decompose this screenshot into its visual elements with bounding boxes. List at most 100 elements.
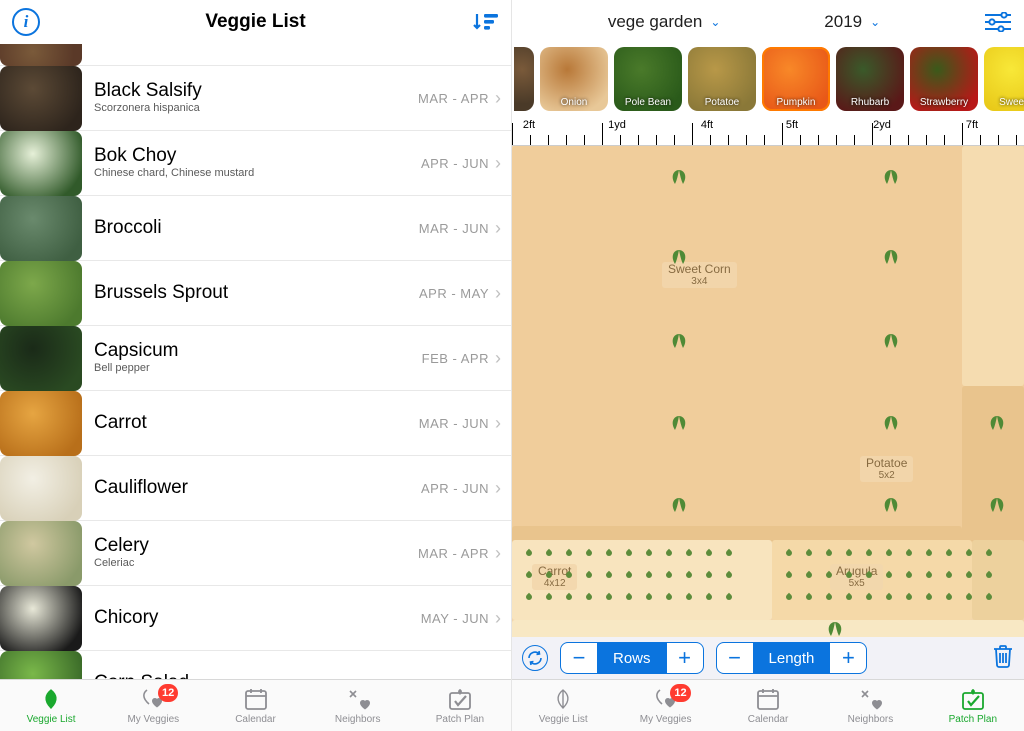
palette-chip[interactable]: Onion xyxy=(540,47,608,111)
year-dropdown[interactable]: 2019 ⌄ xyxy=(824,12,880,32)
date-range: APR - JUN xyxy=(421,156,489,171)
veggie-thumbnail xyxy=(0,261,82,326)
veggie-name: Bok Choy xyxy=(94,145,421,167)
patch-icon xyxy=(960,686,986,712)
plant-icon[interactable] xyxy=(668,414,690,434)
plant-icon[interactable] xyxy=(668,168,690,188)
tab-veggie-list[interactable]: Veggie List xyxy=(0,680,102,731)
neighbors-icon xyxy=(857,686,883,712)
date-range: MAY - JUN xyxy=(421,611,489,626)
tab-label: Veggie List xyxy=(27,714,76,725)
veggie-thumbnail xyxy=(0,651,82,680)
canvas-toolbar: − Rows + − Length + xyxy=(512,637,1024,679)
chevron-down-icon: ⌄ xyxy=(710,15,720,29)
info-button[interactable]: i xyxy=(12,8,40,36)
tab-patch-plan[interactable]: Patch Plan xyxy=(409,680,511,731)
chip-label: Onion xyxy=(540,97,608,108)
tab-neighbors[interactable]: Neighbors xyxy=(307,680,409,731)
plant-label[interactable]: Arugula5x5 xyxy=(830,564,883,590)
list-item[interactable]: Black SalsifyScorzonera hispanicaMAR - A… xyxy=(0,66,511,131)
tab-veggie-list[interactable]: Veggie List xyxy=(512,680,614,731)
garden-dropdown[interactable]: vege garden ⌄ xyxy=(608,12,721,32)
sort-button[interactable] xyxy=(473,11,499,33)
length-plus[interactable]: + xyxy=(830,643,866,673)
date-range: MAR - JUN xyxy=(419,416,489,431)
tab-calendar[interactable]: Calendar xyxy=(204,680,306,731)
list-item[interactable]: CauliflowerAPR - JUN› xyxy=(0,456,511,521)
garden-canvas[interactable]: Sweet Corn3x4Potatoe5x2Carrot4x12Arugula… xyxy=(512,146,1024,637)
length-minus[interactable]: − xyxy=(717,643,753,673)
tab-label: Patch Plan xyxy=(949,714,997,725)
tab-my-veggies[interactable]: 12My Veggies xyxy=(102,680,204,731)
date-range: MAR - APR xyxy=(418,91,489,106)
plant-icon[interactable] xyxy=(880,248,902,268)
plant-icon[interactable] xyxy=(668,248,690,268)
palette-chip[interactable]: Strawberry xyxy=(910,47,978,111)
plant-icon[interactable] xyxy=(824,620,846,637)
palette-chip[interactable]: Sweet C xyxy=(984,47,1024,111)
chip-label: Rhubarb xyxy=(836,97,904,108)
tab-neighbors[interactable]: Neighbors xyxy=(819,680,921,731)
plant-icon[interactable] xyxy=(880,168,902,188)
chevron-right-icon: › xyxy=(495,543,501,564)
patch-plan-pane: vege garden ⌄ 2019 ⌄ Onion Pole Bean Potat… xyxy=(512,0,1024,731)
list-item[interactable]: CeleryCeleriacMAR - APR› xyxy=(0,521,511,586)
palette-chip[interactable]: Pumpkin xyxy=(762,47,830,111)
rows-minus[interactable]: − xyxy=(561,643,597,673)
settings-button[interactable] xyxy=(984,12,1012,32)
veggie-subtitle: Scorzonera hispanica xyxy=(94,102,418,115)
plant-icon[interactable] xyxy=(986,496,1008,516)
date-range: FEB - APR xyxy=(422,351,489,366)
list-item[interactable]: CapsicumBell pepperFEB - APR› xyxy=(0,326,511,391)
chevron-right-icon: › xyxy=(495,283,501,304)
right-header: vege garden ⌄ 2019 ⌄ xyxy=(512,0,1024,44)
plant-palette[interactable]: Onion Pole Bean Potatoe Pumpkin Rhubarb Straw… xyxy=(512,44,1024,114)
palette-chip[interactable]: Pole Bean xyxy=(614,47,682,111)
veggie-list[interactable]: Black SalsifyScorzonera hispanicaMAR - A… xyxy=(0,44,511,679)
chevron-right-icon: › xyxy=(495,413,501,434)
list-item[interactable]: Bok ChoyChinese chard, Chinese mustardAP… xyxy=(0,131,511,196)
chip-label: Pole Bean xyxy=(614,97,682,108)
list-item[interactable]: CarrotMAR - JUN › xyxy=(0,391,511,456)
veggie-name: Capsicum xyxy=(94,340,422,362)
veggie-name: Corn Salad xyxy=(94,672,423,679)
list-item[interactable] xyxy=(0,44,511,66)
tab-calendar[interactable]: Calendar xyxy=(717,680,819,731)
veggie-name: Black Salsify xyxy=(94,80,418,102)
length-label: Length xyxy=(753,643,831,673)
veggie-thumbnail xyxy=(0,521,82,586)
veggie-name: Broccoli xyxy=(94,217,419,239)
plant-icon[interactable] xyxy=(880,332,902,352)
palette-chip[interactable]: Potatoe xyxy=(688,47,756,111)
plant-icon[interactable] xyxy=(880,414,902,434)
badge: 12 xyxy=(158,684,178,702)
tab-my-veggies[interactable]: 12My Veggies xyxy=(614,680,716,731)
trash-button[interactable] xyxy=(992,644,1014,673)
calendar-icon xyxy=(755,686,781,712)
date-range: MAR - APR xyxy=(418,546,489,561)
plant-icon[interactable] xyxy=(880,496,902,516)
veggie-subtitle: Celeriac xyxy=(94,557,418,570)
veggie-thumbnail xyxy=(0,196,82,261)
plant-icon[interactable] xyxy=(668,496,690,516)
refresh-button[interactable] xyxy=(522,645,548,671)
plant-icon[interactable] xyxy=(986,414,1008,434)
list-item[interactable]: Corn SaladJUL - OCT› xyxy=(0,651,511,679)
veggie-subtitle: Chinese chard, Chinese mustard xyxy=(94,167,421,180)
leaf-icon xyxy=(38,686,64,712)
leaf-icon xyxy=(550,686,576,712)
list-item[interactable]: Brussels SproutAPR - MAY› xyxy=(0,261,511,326)
rows-plus[interactable]: + xyxy=(667,643,703,673)
veggie-thumbnail xyxy=(0,456,82,521)
palette-chip[interactable]: Rhubarb xyxy=(836,47,904,111)
list-item[interactable]: BroccoliMAR - JUN› xyxy=(0,196,511,261)
list-item[interactable]: ChicoryMAY - JUN› xyxy=(0,586,511,651)
ruler: 2ft1yd4ft5ft2yd7ft xyxy=(512,114,1024,146)
chip-label: Potatoe xyxy=(688,97,756,108)
chevron-right-icon: › xyxy=(495,88,501,109)
tab-label: Calendar xyxy=(748,714,789,725)
veggie-name: Carrot xyxy=(94,412,419,434)
plant-icon[interactable] xyxy=(668,332,690,352)
plant-label[interactable]: Potatoe5x2 xyxy=(860,456,913,482)
tab-patch-plan[interactable]: Patch Plan xyxy=(922,680,1024,731)
